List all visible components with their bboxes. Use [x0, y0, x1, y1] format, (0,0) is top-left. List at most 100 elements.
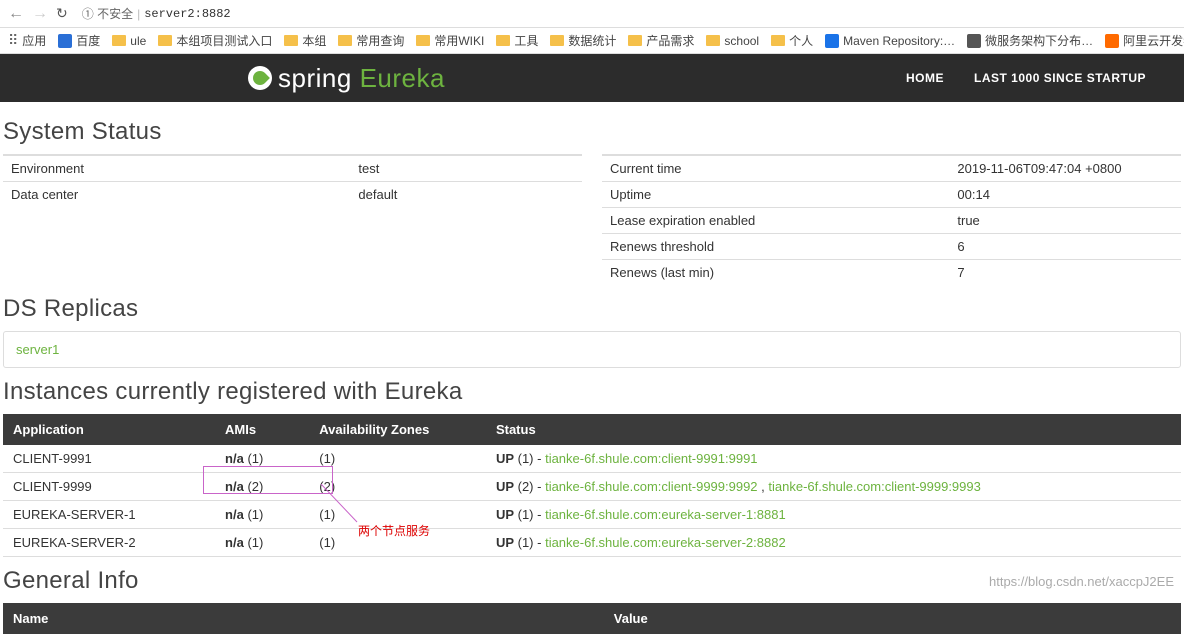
bookmark-item[interactable]: 微服务架构下分布…	[967, 32, 1093, 49]
status-row: Current time2019-11-06T09:47:04 +0800	[602, 155, 1181, 182]
reload-button[interactable]: ↻	[56, 5, 68, 22]
cell-amis: n/a (1)	[215, 501, 309, 529]
folder-icon	[550, 35, 564, 46]
col-application: Application	[3, 414, 215, 445]
favicon-icon	[967, 34, 981, 48]
bookmark-item[interactable]: 常用查询	[338, 32, 404, 49]
nav-links: HOME LAST 1000 SINCE STARTUP	[906, 71, 1146, 85]
apps-grid-icon: ⠿	[8, 32, 18, 49]
bookmark-item[interactable]: ule	[112, 32, 146, 49]
status-row: Renews (last min)7	[602, 260, 1181, 286]
col-value: Value	[604, 603, 1181, 634]
bookmark-item[interactable]: 产品需求	[628, 32, 694, 49]
bookmark-item[interactable]: 常用WIKI	[416, 32, 484, 49]
forward-button[interactable]: →	[32, 5, 48, 23]
col-status: Status	[486, 414, 1181, 445]
bookmark-item[interactable]: 工具	[496, 32, 538, 49]
system-status-left-table: EnvironmenttestData centerdefault	[3, 154, 582, 207]
cell-az: (1)	[309, 445, 486, 473]
favicon-icon	[825, 34, 839, 48]
folder-icon	[284, 35, 298, 46]
instance-link[interactable]: tianke-6f.shule.com:client-9991:9991	[545, 451, 757, 466]
bookmark-item[interactable]: 本组项目测试入口	[158, 32, 272, 49]
col-az: Availability Zones	[309, 414, 486, 445]
replica-link[interactable]: server1	[16, 342, 59, 357]
address-text: server2:8882	[144, 7, 230, 21]
instance-link[interactable]: tianke-6f.shule.com:eureka-server-1:8881	[545, 507, 786, 522]
status-key: Lease expiration enabled	[602, 208, 949, 234]
instance-link[interactable]: tianke-6f.shule.com:eureka-server-2:8882	[545, 535, 786, 550]
folder-icon	[496, 35, 510, 46]
table-row: CLIENT-9999n/a (2)(2)UP (2) - tianke-6f.…	[3, 473, 1181, 501]
instances-heading: Instances currently registered with Eure…	[3, 378, 1181, 406]
nav-last1000[interactable]: LAST 1000 SINCE STARTUP	[974, 71, 1146, 85]
apps-button[interactable]: ⠿ 应用	[8, 32, 46, 49]
status-row: Lease expiration enabledtrue	[602, 208, 1181, 234]
status-key: Data center	[3, 182, 350, 208]
bookmark-item[interactable]: 个人	[771, 32, 813, 49]
bookmark-item[interactable]: 阿里云开发者社区…	[1105, 32, 1184, 49]
cell-status: UP (1) - tianke-6f.shule.com:client-9991…	[486, 445, 1181, 473]
cell-az: (1)	[309, 529, 486, 557]
table-row: CLIENT-9991n/a (1)(1)UP (1) - tianke-6f.…	[3, 445, 1181, 473]
folder-icon	[158, 35, 172, 46]
general-info-table: Name Value	[3, 603, 1181, 634]
status-value: test	[350, 155, 582, 182]
folder-icon	[628, 35, 642, 46]
cell-amis: n/a (2)	[215, 473, 309, 501]
bookmark-item[interactable]: Maven Repository:…	[825, 32, 955, 49]
favicon-icon	[58, 34, 72, 48]
status-key: Renews (last min)	[602, 260, 949, 286]
cell-application: EUREKA-SERVER-1	[3, 501, 215, 529]
col-name: Name	[3, 603, 604, 634]
status-key: Current time	[602, 155, 949, 182]
status-row: Environmenttest	[3, 155, 582, 182]
bookmark-item[interactable]: 本组	[284, 32, 326, 49]
back-button[interactable]: ←	[8, 5, 24, 23]
instance-link[interactable]: tianke-6f.shule.com:client-9999:9993	[768, 479, 980, 494]
favicon-icon	[1105, 34, 1119, 48]
cell-az: (2)	[309, 473, 486, 501]
watermark: https://blog.csdn.net/xaccpJ2EE	[989, 574, 1174, 589]
bookmark-item[interactable]: 百度	[58, 32, 100, 49]
status-row: Data centerdefault	[3, 182, 582, 208]
status-row: Uptime00:14	[602, 182, 1181, 208]
nav-home[interactable]: HOME	[906, 71, 944, 85]
status-row: Renews threshold6	[602, 234, 1181, 260]
brand-spring: spring	[278, 63, 352, 93]
replica-box: server1	[3, 331, 1181, 368]
instance-link[interactable]: tianke-6f.shule.com:client-9999:9992	[545, 479, 757, 494]
security-indicator: ① 不安全	[82, 5, 133, 22]
status-value: 6	[949, 234, 1181, 260]
spring-logo-icon	[248, 66, 272, 90]
cell-application: CLIENT-9999	[3, 473, 215, 501]
cell-amis: n/a (1)	[215, 529, 309, 557]
browser-bar: ← → ↻ ① 不安全 | server2:8882	[0, 0, 1184, 28]
status-key: Renews threshold	[602, 234, 949, 260]
folder-icon	[706, 35, 720, 46]
table-row: EUREKA-SERVER-1n/a (1)(1)UP (1) - tianke…	[3, 501, 1181, 529]
cell-az: (1)	[309, 501, 486, 529]
folder-icon	[338, 35, 352, 46]
status-value: 00:14	[949, 182, 1181, 208]
bookmarks-bar: ⠿ 应用 百度 ule 本组项目测试入口本组常用查询常用WIKI 工具数据统计产品需求…	[0, 28, 1184, 54]
cell-application: EUREKA-SERVER-2	[3, 529, 215, 557]
cell-amis: n/a (1)	[215, 445, 309, 473]
folder-icon	[771, 35, 785, 46]
cell-status: UP (1) - tianke-6f.shule.com:eureka-serv…	[486, 501, 1181, 529]
status-value: true	[949, 208, 1181, 234]
table-row: EUREKA-SERVER-2n/a (1)(1)UP (1) - tianke…	[3, 529, 1181, 557]
folder-icon	[112, 35, 126, 46]
status-value: 7	[949, 260, 1181, 286]
folder-icon	[416, 35, 430, 46]
ds-replicas-heading: DS Replicas	[3, 295, 1181, 323]
bookmark-item[interactable]: school	[706, 32, 759, 49]
brand: spring Eureka	[248, 63, 445, 94]
bookmark-item[interactable]: 数据统计	[550, 32, 616, 49]
status-value: 2019-11-06T09:47:04 +0800	[949, 155, 1181, 182]
system-status-heading: System Status	[3, 118, 1181, 146]
address-bar[interactable]: ① 不安全 | server2:8882	[82, 5, 231, 22]
system-status-right-table: Current time2019-11-06T09:47:04 +0800Upt…	[602, 154, 1181, 285]
instances-table: Application AMIs Availability Zones Stat…	[3, 414, 1181, 557]
cell-application: CLIENT-9991	[3, 445, 215, 473]
